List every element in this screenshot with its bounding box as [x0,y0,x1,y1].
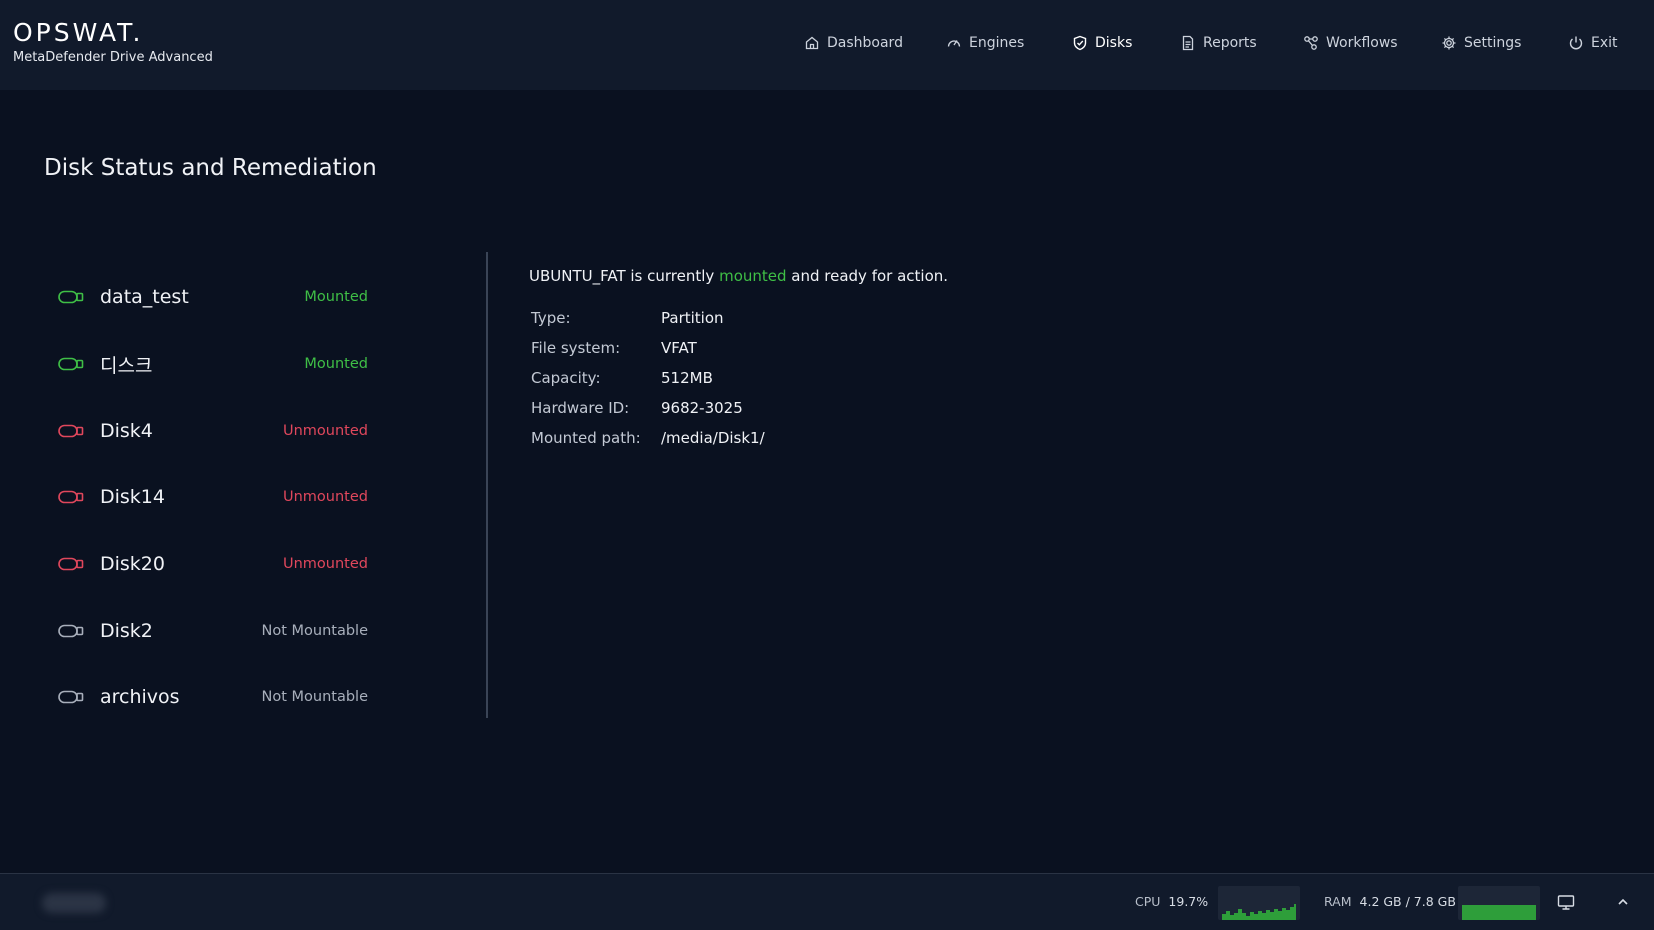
prop-label: Type: [531,309,571,327]
prop-file-system: File system: VFAT [529,333,1229,363]
nav-dashboard-label: Dashboard [827,35,903,51]
ram-value: 4.2 GB / 7.8 GB [1359,894,1456,909]
disk-detail-panel: UBUNTU_FAT is currently mounted and read… [529,267,1229,453]
prop-value: 512MB [661,369,713,387]
disk-status: Unmounted [283,556,368,573]
disk-status: Not Mountable [261,622,369,639]
summary-suffix: and ready for action. [786,267,949,285]
prop-value: /media/Disk1/ [661,429,765,447]
main-nav: Dashboard Engines Disks Reports Workflow… [0,0,1654,90]
disk-status: Unmounted [283,422,368,439]
nav-workflows-label: Workflows [1326,35,1398,51]
nav-dashboard[interactable]: Dashboard [804,30,903,56]
chevron-up-icon[interactable] [1613,892,1633,912]
prop-capacity: Capacity: 512MB [529,363,1229,393]
cpu-label: CPU [1135,894,1161,909]
disk-item-disk4[interactable]: Disk4 Unmounted [58,397,368,464]
nav-disks[interactable]: Disks [1072,30,1132,56]
disk-mounted-icon [58,291,84,304]
nav-settings-label: Settings [1464,35,1522,51]
disk-not-mountable-icon [58,624,84,638]
disk-item-disk20[interactable]: Disk20 Unmounted [58,531,368,598]
nav-engines-label: Engines [969,35,1025,51]
home-icon [805,36,819,50]
prop-mounted-path: Mounted path: /media/Disk1/ [529,423,1229,453]
monitor-icon[interactable] [1556,892,1576,912]
document-icon [1182,35,1194,51]
prop-hardware-id: Hardware ID: 9682-3025 [529,393,1229,423]
cpu-metric: CPU 19.7% [1135,894,1208,909]
summary-prefix: UBUNTU_FAT is currently [529,267,720,285]
prop-value: VFAT [661,339,697,357]
nav-workflows[interactable]: Workflows [1303,30,1398,56]
panel-divider [486,252,488,718]
nav-disks-label: Disks [1095,35,1133,51]
disk-not-mountable-icon [58,691,84,704]
prop-label: Capacity: [531,369,601,387]
nav-exit[interactable]: Exit [1568,30,1618,56]
status-bar: CPU 19.7% RAM 4.2 GB / 7.8 GB [0,873,1654,930]
prop-value: 9682-3025 [661,399,743,417]
disk-item-archivos[interactable]: archivos Not Mountable [58,664,368,731]
disk-status: Mounted [304,289,368,306]
prop-label: Mounted path: [531,429,641,447]
prop-label: File system: [531,339,621,357]
page-title: Disk Status and Remediation [44,155,377,181]
disk-unmounted-icon [58,424,84,438]
disk-status: Mounted [304,356,368,373]
nav-exit-label: Exit [1591,35,1618,51]
disk-status: Not Mountable [261,689,369,706]
disk-name: Disk20 [100,553,165,576]
disk-item-disk14[interactable]: Disk14 Unmounted [58,464,368,531]
disk-mounted-icon [58,357,84,371]
nav-reports[interactable]: Reports [1180,30,1257,56]
disk-item-disk2[interactable]: Disk2 Not Mountable [58,597,368,664]
top-bar: OPSWAT. MetaDefender Drive Advanced Dash… [0,0,1654,90]
disk-name: archivos [100,686,180,709]
disk-properties: Type: Partition File system: VFAT Capaci… [529,303,1229,453]
nav-reports-label: Reports [1203,35,1257,51]
cpu-value: 19.7% [1168,894,1209,909]
prop-label: Hardware ID: [531,399,630,417]
nav-engines[interactable]: Engines [946,30,1024,56]
ram-label: RAM [1324,894,1352,909]
ram-metric: RAM 4.2 GB / 7.8 GB [1324,894,1456,909]
disk-list: data_test Mounted 디스크 Mounted Disk4 Unmo… [58,264,368,731]
power-icon [1569,36,1583,50]
disk-unmounted-icon [58,557,84,571]
ram-sparkline [1458,886,1540,920]
nav-settings[interactable]: Settings [1441,30,1521,56]
shield-check-icon [1073,35,1087,51]
blurred-element [42,893,106,913]
disk-name: Disk4 [100,419,153,442]
disk-status: Unmounted [283,489,368,506]
disk-unmounted-icon [58,491,84,504]
gauge-icon [947,40,961,47]
disk-name: 디스크 [100,354,153,377]
disk-summary: UBUNTU_FAT is currently mounted and read… [529,267,1229,285]
disk-name: data_test [100,286,189,309]
disk-item-data-test[interactable]: data_test Mounted [58,264,368,331]
prop-type: Type: Partition [529,303,1229,333]
prop-value: Partition [661,309,724,327]
workflow-icon [1304,36,1318,50]
gear-icon [1442,36,1456,50]
cpu-sparkline [1218,886,1300,920]
disk-name: Disk2 [100,619,153,642]
disk-item-disk-kr[interactable]: 디스크 Mounted [58,331,368,398]
summary-status: mounted [719,267,787,285]
disk-name: Disk14 [100,486,165,509]
